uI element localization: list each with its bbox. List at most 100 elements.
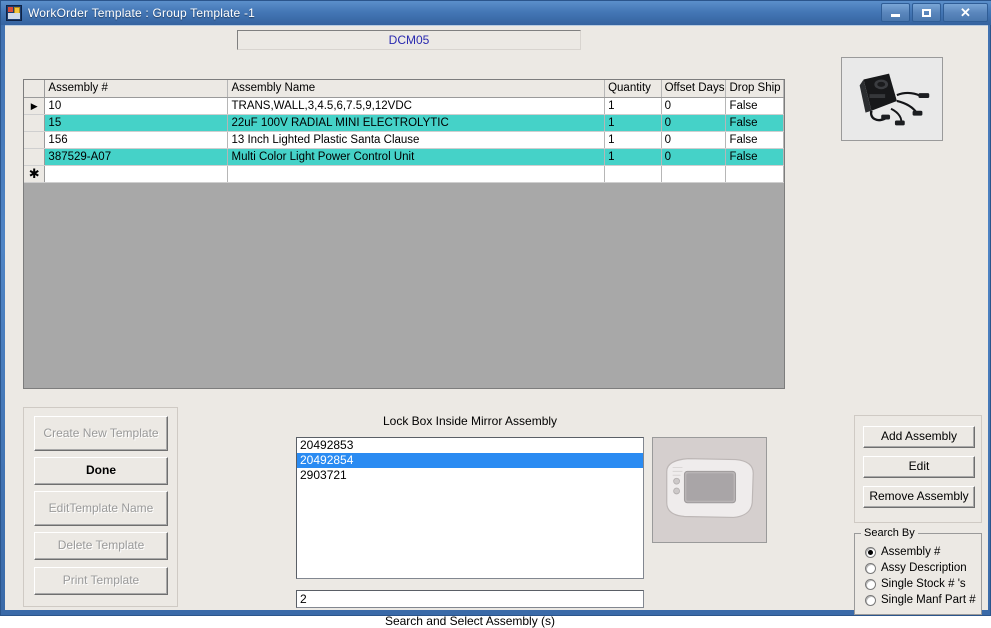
close-icon: ✕ — [960, 5, 971, 20]
title-bar: WorkOrder Template : Group Template -1 ✕ — [1, 1, 991, 25]
edit-template-name-button[interactable]: EditTemplate Name — [34, 491, 168, 526]
cell-quantity[interactable]: 1 — [604, 114, 662, 132]
row-selector[interactable] — [24, 131, 46, 149]
row-selector[interactable] — [24, 148, 46, 166]
edit-button[interactable]: Edit — [863, 456, 975, 478]
edit-label: Edit — [908, 459, 930, 474]
search-input[interactable]: 2 — [296, 590, 644, 608]
list-item[interactable]: 20492854 — [297, 453, 643, 468]
search-by-option-label: Assembly # — [881, 546, 941, 558]
add-assembly-label: Add Assembly — [880, 429, 958, 444]
application-window: WorkOrder Template : Group Template -1 ✕… — [0, 0, 991, 628]
assembly-grid-table: Assembly # Assembly Name Quantity Offset… — [24, 80, 784, 183]
cell-drop-ship[interactable]: False — [725, 114, 784, 132]
maximize-button[interactable] — [912, 3, 941, 22]
wall-transformer-icon — [842, 58, 942, 140]
search-input-value: 2 — [300, 592, 307, 606]
table-row[interactable]: ▶ 10 TRANS,WALL,3,4.5,6,7.5,9,12VDC 1 0 … — [24, 97, 784, 115]
remove-assembly-label: Remove Assembly — [869, 489, 969, 504]
cell-offset-days[interactable]: 0 — [661, 114, 727, 132]
table-row[interactable]: 156 13 Inch Lighted Plastic Santa Clause… — [24, 131, 784, 149]
template-actions-panel: Create New Template Done EditTemplate Na… — [23, 407, 178, 607]
list-item[interactable]: 20492853 — [297, 438, 643, 453]
radio-icon — [865, 594, 876, 606]
cell-offset-days[interactable]: 0 — [661, 97, 727, 115]
print-template-button[interactable]: Print Template — [34, 567, 168, 595]
assembly-list-title: Lock Box Inside Mirror Assembly — [382, 414, 558, 428]
search-by-option-assy-description[interactable]: Assy Description — [865, 562, 967, 574]
search-input-label: Search and Select Assembly (s) — [384, 614, 556, 628]
cell-assembly[interactable] — [44, 165, 229, 183]
cell-offset-days[interactable]: 0 — [661, 148, 727, 166]
cell-assembly[interactable]: 10 — [44, 97, 229, 115]
assembly-actions-panel: Add Assembly Edit Remove Assembly — [854, 415, 982, 523]
lock-box-mirror-icon — [653, 438, 766, 542]
search-by-legend: Search By — [861, 527, 918, 539]
cell-assembly-name[interactable] — [227, 165, 606, 183]
row-selector[interactable]: ▶ — [24, 97, 46, 115]
new-row-asterisk-icon: ✱ — [28, 165, 40, 181]
cell-quantity[interactable]: 1 — [604, 148, 662, 166]
current-row-arrow-icon: ▶ — [30, 100, 38, 111]
cell-assembly[interactable]: 156 — [44, 131, 229, 149]
cell-drop-ship[interactable]: False — [725, 97, 784, 115]
cell-assembly[interactable]: 387529-A07 — [44, 148, 229, 166]
assembly-grid[interactable]: Assembly # Assembly Name Quantity Offset… — [23, 79, 785, 389]
list-item[interactable]: 2903721 — [297, 468, 643, 483]
search-by-option-label: Single Manf Part # — [881, 594, 976, 606]
new-row-selector[interactable]: ✱ — [24, 165, 46, 183]
client-area: DCM05 Assembly # Assembly Name Quantity … — [5, 25, 988, 628]
grid-header-offset-days[interactable]: Offset Days — [661, 80, 727, 98]
assembly-image-top — [841, 57, 943, 141]
cell-assembly-name[interactable]: 13 Inch Lighted Plastic Santa Clause — [227, 131, 606, 149]
grid-header-drop-ship[interactable]: Drop Ship — [725, 80, 784, 98]
radio-icon — [865, 562, 876, 574]
cell-assembly-name[interactable]: 22uF 100V RADIAL MINI ELECTROLYTIC — [227, 114, 606, 132]
cell-quantity[interactable]: 1 — [604, 131, 662, 149]
create-new-template-button[interactable]: Create New Template — [34, 416, 168, 451]
done-button[interactable]: Done — [34, 457, 168, 485]
grid-header-assembly-name[interactable]: Assembly Name — [227, 80, 606, 98]
remove-assembly-button[interactable]: Remove Assembly — [863, 486, 975, 508]
cell-assembly-name[interactable]: Multi Color Light Power Control Unit — [227, 148, 606, 166]
print-template-label: Print Template — [62, 573, 140, 588]
cell-drop-ship[interactable]: False — [725, 131, 784, 149]
app-window-icon — [6, 5, 22, 21]
cell-offset-days[interactable]: 0 — [661, 131, 727, 149]
table-row[interactable]: 387529-A07 Multi Color Light Power Contr… — [24, 148, 784, 166]
cell-assembly[interactable]: 15 — [44, 114, 229, 132]
search-by-group: Search By Assembly # Assy Description Si… — [854, 527, 982, 615]
create-new-template-label: Create New Template — [43, 425, 159, 440]
template-name-value: DCM05 — [388, 33, 430, 47]
cell-quantity[interactable]: 1 — [604, 97, 662, 115]
window-title: WorkOrder Template : Group Template -1 — [28, 6, 256, 20]
grid-header-quantity[interactable]: Quantity — [604, 80, 662, 98]
cell-offset-days[interactable] — [661, 165, 727, 183]
search-by-option-single-stock[interactable]: Single Stock # 's — [865, 578, 966, 590]
minimize-icon — [891, 13, 900, 17]
close-button[interactable]: ✕ — [943, 3, 988, 22]
row-selector[interactable] — [24, 114, 46, 132]
radio-selected-icon — [865, 546, 876, 558]
add-assembly-button[interactable]: Add Assembly — [863, 426, 975, 448]
minimize-button[interactable] — [881, 3, 910, 22]
cell-assembly-name[interactable]: TRANS,WALL,3,4.5,6,7.5,9,12VDC — [227, 97, 606, 115]
grid-header-selector — [24, 80, 46, 98]
search-by-option-label: Assy Description — [881, 562, 967, 574]
window-controls: ✕ — [881, 3, 988, 22]
delete-template-label: Delete Template — [57, 538, 145, 553]
search-by-option-single-manf-part[interactable]: Single Manf Part # — [865, 594, 976, 606]
search-by-option-label: Single Stock # 's — [881, 578, 966, 590]
search-by-option-assembly-number[interactable]: Assembly # — [865, 546, 940, 558]
radio-icon — [865, 578, 876, 590]
cell-quantity[interactable] — [604, 165, 662, 183]
cell-drop-ship[interactable] — [725, 165, 784, 183]
template-name-field[interactable]: DCM05 — [237, 30, 581, 50]
assembly-listbox[interactable]: 20492853 20492854 2903721 — [296, 437, 644, 579]
grid-header-assembly[interactable]: Assembly # — [44, 80, 229, 98]
delete-template-button[interactable]: Delete Template — [34, 532, 168, 560]
table-row[interactable]: 15 22uF 100V RADIAL MINI ELECTROLYTIC 1 … — [24, 114, 784, 132]
assembly-image-bottom — [652, 437, 767, 543]
table-row-new[interactable]: ✱ — [24, 165, 784, 183]
cell-drop-ship[interactable]: False — [725, 148, 784, 166]
